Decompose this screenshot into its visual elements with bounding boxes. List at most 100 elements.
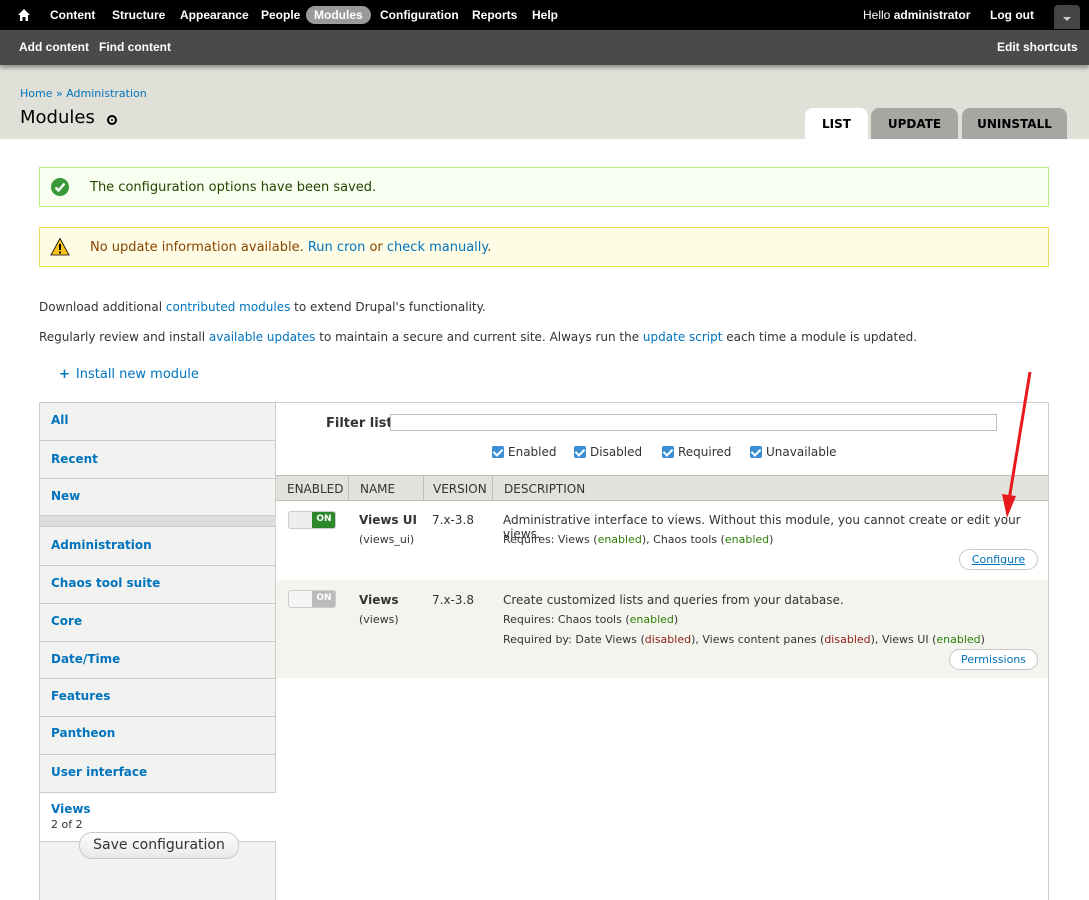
add-shortcut-icon[interactable] (107, 115, 117, 125)
vtab-administration[interactable]: Administration (40, 527, 276, 566)
module-name: Views UI (359, 513, 417, 527)
shortcut-add-content[interactable]: Add content (19, 40, 89, 54)
checkbox-label: Enabled (508, 445, 557, 459)
tab-update[interactable]: UPDATE (871, 108, 958, 139)
page-header: Home » Administration Modules LIST UPDAT… (0, 65, 1089, 139)
update-script-link[interactable]: update script (643, 330, 723, 344)
warning-message: No update information available. Run cro… (39, 227, 1049, 267)
module-version: 7.x-3.8 (432, 593, 474, 607)
vtab-new[interactable]: New (40, 479, 276, 516)
requires-status: enabled (597, 533, 642, 546)
module-requires: Requires: Chaos tools (enabled) (503, 613, 679, 626)
filter-disabled-checkbox[interactable]: Disabled (574, 445, 642, 459)
save-configuration-button[interactable]: Save configuration (79, 832, 239, 859)
vtab-user-interface[interactable]: User interface (40, 755, 276, 793)
vtab-all[interactable]: All (40, 403, 276, 441)
warning-message-text: No update information available. Run cro… (90, 240, 491, 255)
vtab-label: Administration (51, 538, 152, 552)
contributed-modules-link[interactable]: contributed modules (166, 300, 290, 314)
toolbar-menu-content[interactable]: Content (49, 6, 96, 24)
requires-status: enabled (629, 613, 674, 626)
checkbox-label: Required (678, 445, 732, 459)
logout-link[interactable]: Log out (990, 6, 1034, 24)
greeting-prefix: Hello (863, 8, 894, 22)
module-machine-name: (views) (359, 613, 399, 626)
checkbox-label: Unavailable (766, 445, 837, 459)
filter-unavailable-checkbox[interactable]: Unavailable (750, 445, 837, 459)
shortcuts-bar: Add content Find content Edit shortcuts (0, 30, 1089, 65)
home-icon[interactable] (17, 8, 31, 22)
vtab-recent[interactable]: Recent (40, 441, 276, 479)
required-by-module: Views content panes (702, 633, 817, 646)
module-requires: Requires: Views (enabled), Chaos tools (… (503, 533, 774, 546)
toolbar-menu-people[interactable]: People (260, 6, 301, 24)
warning-text-pre: No update information available. (90, 240, 308, 255)
checkbox-checked-icon (750, 446, 762, 458)
permissions-button[interactable]: Permissions (949, 649, 1038, 670)
tab-list[interactable]: LIST (805, 108, 868, 139)
shortcuts-toggle-button[interactable] (1054, 5, 1080, 29)
vtab-core[interactable]: Core (40, 604, 276, 642)
tab-uninstall[interactable]: UNINSTALL (962, 108, 1067, 139)
chevron-down-icon (1063, 17, 1071, 21)
toolbar-menu-reports[interactable]: Reports (471, 6, 518, 24)
edit-shortcuts-link[interactable]: Edit shortcuts (997, 40, 1078, 54)
module-required-by: Required by: Date Views (disabled), View… (503, 633, 985, 646)
column-header-enabled: ENABLED (287, 482, 344, 496)
table-header-row: ENABLED NAME VERSION DESCRIPTION (276, 475, 1048, 501)
table-row: ON Views (views) 7.x-3.8 Create customiz… (276, 580, 1048, 678)
vtab-features[interactable]: Features (40, 679, 276, 717)
vtab-label: Recent (51, 452, 98, 466)
column-header-description: DESCRIPTION (504, 482, 586, 496)
status-message: The configuration options have been save… (39, 167, 1049, 207)
module-enable-toggle[interactable]: ON (288, 511, 336, 529)
breadcrumb-administration[interactable]: Administration (66, 87, 147, 100)
vtab-label: Features (51, 689, 111, 703)
vtab-date-time[interactable]: Date/Time (40, 642, 276, 679)
warning-icon (50, 237, 70, 256)
toggle-label: ON (316, 593, 332, 603)
vtab-label: Pantheon (51, 726, 116, 740)
required-by-status: disabled (644, 633, 692, 646)
vtab-label: Date/Time (51, 652, 121, 666)
checkbox-checked-icon (662, 446, 674, 458)
toggle-label: ON (316, 514, 332, 524)
module-enable-toggle[interactable]: ON (288, 590, 336, 608)
checkbox-checked-icon (492, 446, 504, 458)
vtab-pantheon[interactable]: Pantheon (40, 717, 276, 755)
install-new-module-label: Install new module (75, 367, 199, 382)
filter-enabled-checkbox[interactable]: Enabled (492, 445, 557, 459)
requires-module: Chaos tools (557, 613, 622, 626)
page-title: Modules (20, 107, 95, 128)
toolbar-menu-configuration[interactable]: Configuration (379, 6, 460, 24)
toolbar-menu-modules[interactable]: Modules (306, 6, 371, 24)
breadcrumb: Home » Administration (20, 87, 147, 100)
install-new-module-link[interactable]: + Install new module (59, 367, 199, 382)
column-header-name: NAME (360, 482, 396, 496)
required-by-label: Required by: (503, 633, 576, 646)
requires-status: enabled (724, 533, 770, 546)
filter-input[interactable] (390, 414, 997, 431)
check-manually-link[interactable]: check manually (387, 240, 487, 255)
filter-required-checkbox[interactable]: Required (662, 445, 731, 459)
required-by-module: Views UI (881, 633, 929, 646)
available-updates-link[interactable]: available updates (209, 330, 316, 344)
vtab-chaos-tool-suite[interactable]: Chaos tool suite (40, 566, 276, 604)
vtab-label: New (51, 489, 81, 503)
help-text-line2: Regularly review and install available u… (39, 330, 917, 344)
help-text-line1: Download additional contributed modules … (39, 300, 486, 314)
shortcut-find-content[interactable]: Find content (99, 40, 171, 54)
help-line2-mid: to maintain a secure and current site. A… (315, 330, 643, 344)
run-cron-link[interactable]: Run cron (308, 240, 365, 255)
required-by-status: enabled (936, 633, 981, 646)
breadcrumb-home[interactable]: Home (20, 87, 52, 100)
toolbar-menu-help[interactable]: Help (531, 6, 559, 24)
requires-module: Chaos tools (653, 533, 718, 546)
module-description: Create customized lists and queries from… (503, 593, 844, 607)
configure-button[interactable]: Configure (959, 549, 1038, 570)
vtab-label: Core (51, 614, 83, 628)
toolbar-menu-appearance[interactable]: Appearance (179, 6, 250, 24)
required-by-status: disabled (824, 633, 871, 646)
toolbar-menu-structure[interactable]: Structure (111, 6, 166, 24)
username-link[interactable]: administrator (894, 8, 971, 22)
